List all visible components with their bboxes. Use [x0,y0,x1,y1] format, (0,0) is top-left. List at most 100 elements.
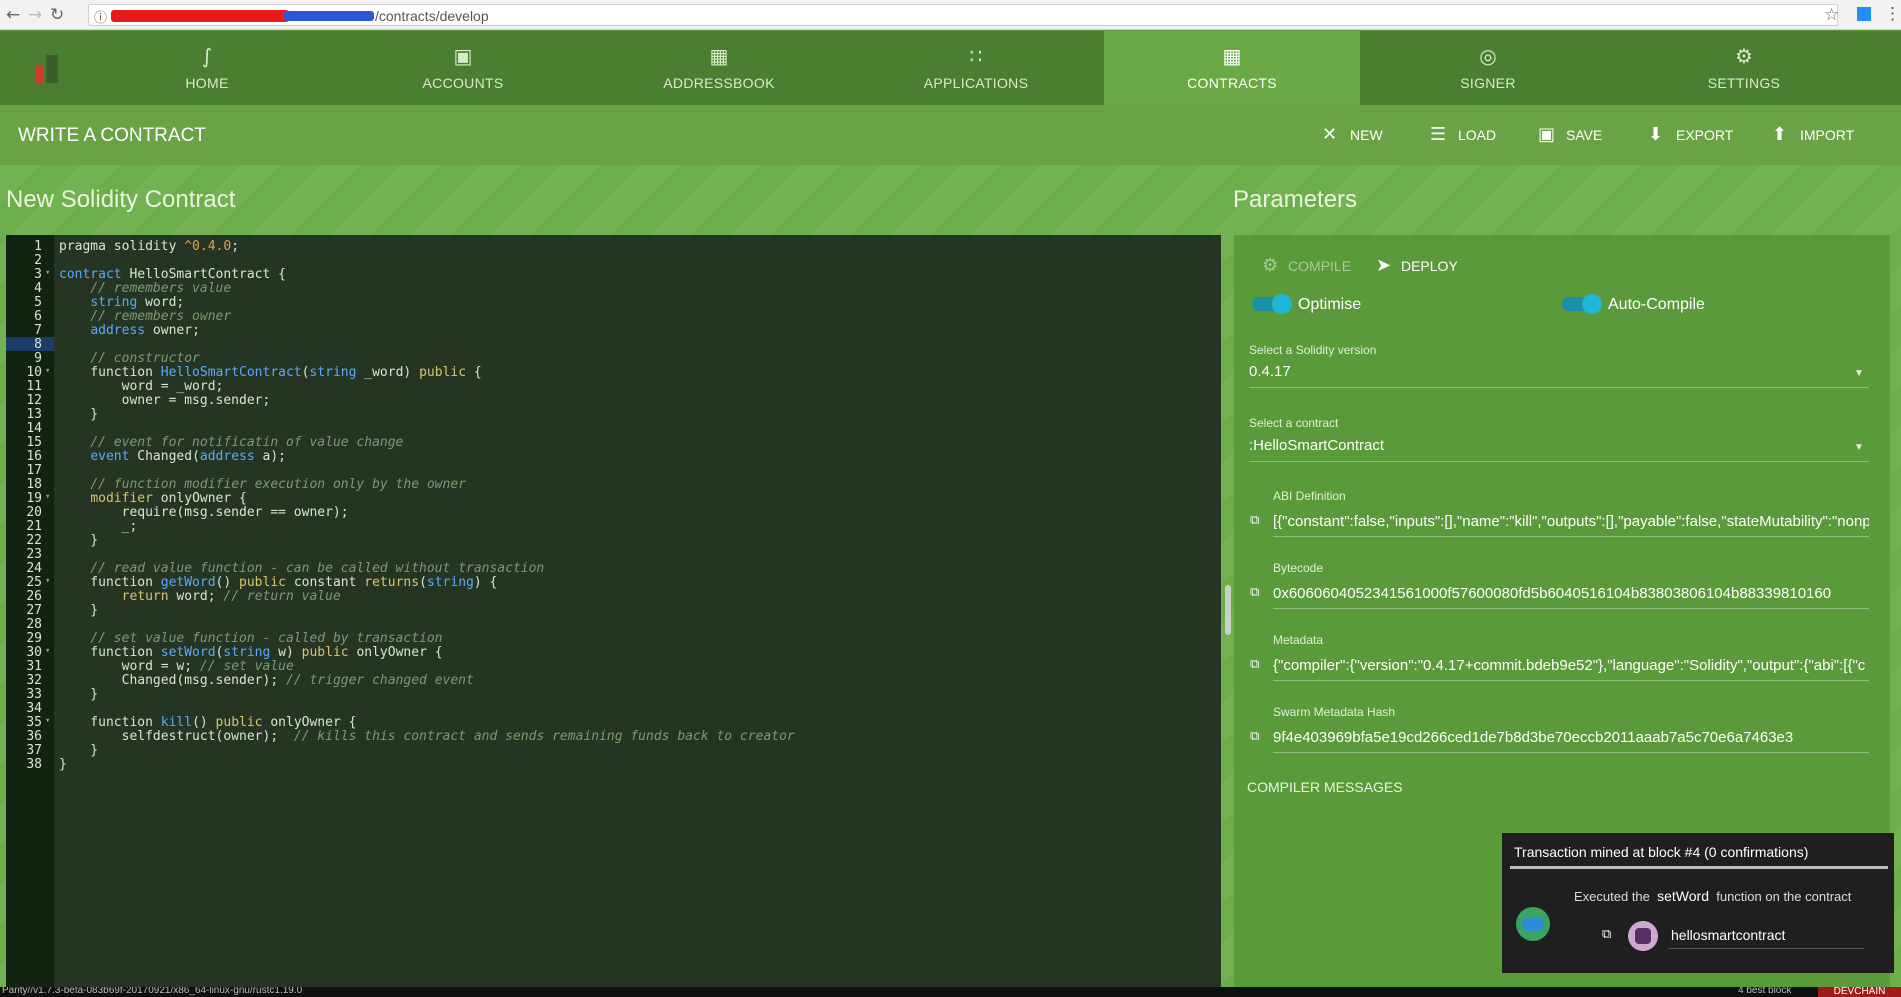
fold-toggle-icon[interactable]: ▾ [45,576,50,586]
code-line[interactable]: function HelloSmartContract(string _word… [59,365,481,380]
transaction-notification[interactable]: Transaction mined at block #4 (0 confirm… [1502,833,1894,973]
import-button[interactable]: ⬆ IMPORT [1772,124,1854,148]
bytecode-value[interactable]: 0x6060604052341561000f57600080fd5b604051… [1273,585,1869,602]
tab-applications[interactable]: ∷ APPLICATIONS [848,31,1104,105]
download-icon: ⬇ [1648,124,1664,145]
browser-menu-icon[interactable]: ⋮ [1884,4,1901,24]
tab-label: ADDRESSBOOK [663,75,775,91]
code-line[interactable]: address owner; [59,323,200,338]
copy-icon[interactable]: ⧉ [1250,585,1259,600]
save-button[interactable]: ▣ SAVE [1538,124,1602,148]
code-line[interactable]: // function modifier execution only by t… [59,477,466,492]
tab-label: HOME [185,75,229,91]
code-line[interactable]: function getWord() public constant retur… [59,575,497,590]
code-line[interactable]: function setWord(string w) public onlyOw… [59,645,442,660]
tab-contracts[interactable]: ▦ CONTRACTS [1104,31,1360,105]
code-line[interactable]: contract HelloSmartContract { [59,267,286,282]
code-line[interactable]: _; [59,519,138,534]
editor-splitter-handle[interactable] [1225,585,1231,635]
load-button[interactable]: ☰ LOAD [1430,124,1496,148]
bookmark-star-icon[interactable]: ☆ [1824,5,1839,25]
chevron-down-icon: ▼ [1854,442,1864,453]
code-line[interactable]: owner = msg.sender; [59,393,271,408]
contract-value: :HelloSmartContract [1249,437,1385,454]
export-button[interactable]: ⬇ EXPORT [1648,124,1733,148]
tab-signer[interactable]: ◎ SIGNER [1360,31,1616,105]
code-line[interactable]: Changed(msg.sender); // trigger changed … [59,673,474,688]
fold-toggle-icon[interactable]: ▾ [45,366,50,376]
tab-home[interactable]: ∫ HOME [79,31,335,105]
code-line[interactable]: word = w; // set value [59,659,294,674]
address-bar[interactable]: ⓘ /contracts/develop [88,4,1838,26]
tab-settings[interactable]: ⚙ SETTINGS [1616,31,1872,105]
save-icon: ▣ [1538,124,1556,145]
code-line[interactable]: // remembers value [59,281,231,296]
url-path: /contracts/develop [375,8,489,24]
sender-identicon [1516,907,1550,941]
code-line[interactable]: // remembers owner [59,309,231,324]
info-icon[interactable]: ⓘ [94,7,107,26]
code-line[interactable]: modifier onlyOwner { [59,491,247,506]
code-editor[interactable]: pragma solidity ^0.4.0; contract HelloSma… [6,235,1221,987]
code-line[interactable]: } [59,533,98,548]
code-line[interactable]: // event for notificatin of value change [59,435,403,450]
copy-icon[interactable]: ⧉ [1250,513,1259,528]
parameters-heading: Parameters [1233,186,1358,213]
fold-toggle-icon[interactable]: ▾ [45,492,50,502]
line-number: 37 [26,743,42,758]
contract-select[interactable]: :HelloSmartContract ▼ [1249,433,1869,461]
fold-toggle-icon[interactable]: ▾ [45,646,50,656]
line-number: 12 [26,393,42,408]
code-line[interactable]: // read value function - can be called w… [59,561,544,576]
back-icon[interactable]: ← [6,5,20,25]
divider [1273,536,1869,537]
abi-value[interactable]: [{"constant":false,"inputs":[],"name":"k… [1273,513,1869,530]
line-number: 9 [34,351,42,366]
code-line[interactable]: } [59,407,98,422]
metadata-value[interactable]: {"compiler":{"version":"0.4.17+commit.bd… [1273,657,1869,674]
compile-button[interactable]: ⚙ COMPILE [1262,255,1351,276]
copy-icon[interactable]: ⧉ [1602,927,1611,942]
code-line[interactable]: } [59,757,67,772]
deploy-button[interactable]: ➤ DEPLOY [1376,255,1458,276]
tab-accounts[interactable]: ▣ ACCOUNTS [335,31,591,105]
code-line[interactable]: // constructor [59,351,200,366]
line-number: 24 [26,561,42,576]
code-line[interactable]: function kill() public onlyOwner { [59,715,356,730]
contract-name[interactable]: hellosmartcontract [1671,927,1785,943]
divider [1273,752,1869,753]
parity-status-logo[interactable] [32,55,60,83]
code-line[interactable]: require(msg.sender == owner); [59,505,349,520]
tab-addressbook[interactable]: ▦ ADDRESSBOOK [591,31,847,105]
code-line[interactable]: string word; [59,295,184,310]
copy-icon[interactable]: ⧉ [1250,657,1259,672]
fold-toggle-icon[interactable]: ▾ [45,268,50,278]
abi-label: ABI Definition [1273,489,1346,503]
windows-extension-icon[interactable] [1857,7,1871,21]
line-number: 29 [26,631,42,646]
reload-icon[interactable]: ↻ [50,5,64,25]
code-line[interactable]: // set value function - called by transa… [59,631,442,646]
new-button[interactable]: ✕ NEW [1322,124,1383,148]
code-line[interactable]: word = _word; [59,379,224,394]
forward-icon[interactable]: → [28,5,42,25]
code-line[interactable]: event Changed(address a); [59,449,286,464]
solidity-version-select[interactable]: 0.4.17 ▼ [1249,359,1869,387]
code-line[interactable]: } [59,603,98,618]
close-icon: ✕ [1322,124,1338,145]
copy-icon[interactable]: ⧉ [1250,729,1259,744]
code-line[interactable]: } [59,743,98,758]
optimise-toggle[interactable] [1252,294,1292,314]
autocompile-toggle[interactable] [1562,294,1602,314]
fold-toggle-icon[interactable]: ▾ [45,716,50,726]
list-icon: ☰ [1430,124,1447,145]
best-block: 4 best block [1738,987,1792,996]
code-line[interactable]: } [59,687,98,702]
code-line[interactable]: return word; // return value [59,589,341,604]
line-number: 28 [26,617,42,632]
contract-select-label: Select a contract [1249,416,1339,430]
code-line[interactable]: selfdestruct(owner); // kills this contr… [59,729,795,744]
swarm-hash-value[interactable]: 9f4e403969bfa5e19cd266ced1de7b8d3be70ecc… [1273,729,1869,746]
code-line[interactable]: pragma solidity ^0.4.0; [59,239,239,254]
divider [1249,387,1869,388]
